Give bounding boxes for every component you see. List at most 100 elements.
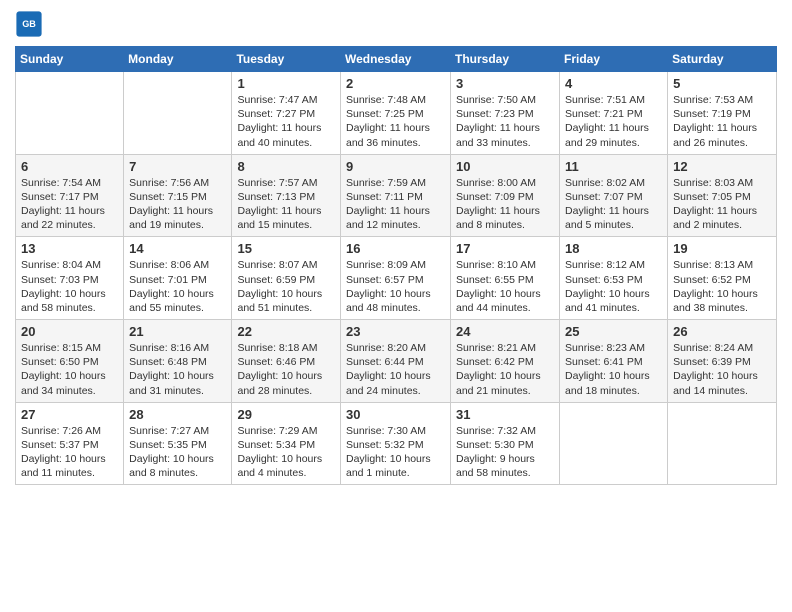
cell-text: Sunrise: 8:00 AM: [456, 176, 554, 190]
cell-text: Sunrise: 8:15 AM: [21, 341, 118, 355]
day-number: 12: [673, 159, 771, 174]
logo-icon: GB: [15, 10, 43, 38]
cell-text: Sunrise: 8:16 AM: [129, 341, 226, 355]
cell-text: Sunset: 7:27 PM: [237, 107, 335, 121]
calendar-cell: 5Sunrise: 7:53 AMSunset: 7:19 PMDaylight…: [668, 72, 777, 155]
week-row-5: 27Sunrise: 7:26 AMSunset: 5:37 PMDayligh…: [16, 402, 777, 485]
calendar-cell: 17Sunrise: 8:10 AMSunset: 6:55 PMDayligh…: [451, 237, 560, 320]
cell-text: Sunset: 7:17 PM: [21, 190, 118, 204]
cell-text: Daylight: 11 hours and 26 minutes.: [673, 121, 771, 149]
cell-text: Sunset: 6:57 PM: [346, 273, 445, 287]
cell-text: Sunrise: 8:03 AM: [673, 176, 771, 190]
cell-text: Sunset: 7:23 PM: [456, 107, 554, 121]
day-number: 14: [129, 241, 226, 256]
logo: GB: [15, 10, 47, 38]
calendar-cell: [560, 402, 668, 485]
calendar-cell: 25Sunrise: 8:23 AMSunset: 6:41 PMDayligh…: [560, 320, 668, 403]
day-number: 8: [237, 159, 335, 174]
cell-text: Sunrise: 7:48 AM: [346, 93, 445, 107]
calendar-cell: 9Sunrise: 7:59 AMSunset: 7:11 PMDaylight…: [341, 154, 451, 237]
cell-text: Sunset: 6:48 PM: [129, 355, 226, 369]
calendar-cell: 11Sunrise: 8:02 AMSunset: 7:07 PMDayligh…: [560, 154, 668, 237]
day-number: 19: [673, 241, 771, 256]
cell-text: Daylight: 10 hours and 51 minutes.: [237, 287, 335, 315]
day-number: 27: [21, 407, 118, 422]
cell-text: Sunrise: 8:24 AM: [673, 341, 771, 355]
weekday-header-sunday: Sunday: [16, 47, 124, 72]
calendar-cell: 3 Sunrise: 7:50 AMSunset: 7:23 PMDaylight…: [451, 72, 560, 155]
calendar-cell: 2Sunrise: 7:48 AMSunset: 7:25 PMDaylight…: [341, 72, 451, 155]
day-number: 21: [129, 324, 226, 339]
day-number: 1: [237, 76, 335, 91]
calendar-cell: 18Sunrise: 8:12 AMSunset: 6:53 PMDayligh…: [560, 237, 668, 320]
cell-text: Daylight: 10 hours and 1 minute.: [346, 452, 445, 480]
cell-text: Sunset: 7:13 PM: [237, 190, 335, 204]
cell-text: Sunset: 6:44 PM: [346, 355, 445, 369]
calendar-cell: [16, 72, 124, 155]
day-number: 15: [237, 241, 335, 256]
calendar-cell: 16Sunrise: 8:09 AMSunset: 6:57 PMDayligh…: [341, 237, 451, 320]
calendar-cell: 8Sunrise: 7:57 AMSunset: 7:13 PMDaylight…: [232, 154, 341, 237]
cell-text: Sunset: 5:35 PM: [129, 438, 226, 452]
day-number: 2: [346, 76, 445, 91]
cell-text: Daylight: 10 hours and 55 minutes.: [129, 287, 226, 315]
weekday-header-tuesday: Tuesday: [232, 47, 341, 72]
cell-text: Sunrise: 7:50 AM: [456, 93, 554, 107]
cell-text: Daylight: 11 hours and 40 minutes.: [237, 121, 335, 149]
calendar-cell: 1Sunrise: 7:47 AMSunset: 7:27 PMDaylight…: [232, 72, 341, 155]
cell-text: Sunrise: 7:57 AM: [237, 176, 335, 190]
calendar-table: SundayMondayTuesdayWednesdayThursdayFrid…: [15, 46, 777, 485]
calendar-cell: 26Sunrise: 8:24 AMSunset: 6:39 PMDayligh…: [668, 320, 777, 403]
cell-text: Daylight: 11 hours and 33 minutes.: [456, 121, 554, 149]
cell-text: Daylight: 10 hours and 28 minutes.: [237, 369, 335, 397]
calendar-cell: 15Sunrise: 8:07 AMSunset: 6:59 PMDayligh…: [232, 237, 341, 320]
calendar-cell: 30Sunrise: 7:30 AMSunset: 5:32 PMDayligh…: [341, 402, 451, 485]
cell-text: Sunrise: 7:29 AM: [237, 424, 335, 438]
calendar-cell: 23Sunrise: 8:20 AMSunset: 6:44 PMDayligh…: [341, 320, 451, 403]
day-number: 31: [456, 407, 554, 422]
calendar-cell: 24Sunrise: 8:21 AMSunset: 6:42 PMDayligh…: [451, 320, 560, 403]
day-number: 18: [565, 241, 662, 256]
calendar-container: GB SundayMondayTuesdayWednesdayThursdayF…: [0, 0, 792, 495]
cell-text: Sunset: 7:19 PM: [673, 107, 771, 121]
cell-text: Sunset: 5:34 PM: [237, 438, 335, 452]
cell-text: Daylight: 10 hours and 14 minutes.: [673, 369, 771, 397]
cell-text: Sunset: 7:25 PM: [346, 107, 445, 121]
cell-text: Sunset: 6:39 PM: [673, 355, 771, 369]
cell-text: Sunset: 7:21 PM: [565, 107, 662, 121]
cell-text: Sunrise: 7:26 AM: [21, 424, 118, 438]
calendar-cell: 13Sunrise: 8:04 AMSunset: 7:03 PMDayligh…: [16, 237, 124, 320]
calendar-cell: 28Sunrise: 7:27 AMSunset: 5:35 PMDayligh…: [124, 402, 232, 485]
day-number: 3: [456, 76, 554, 91]
cell-text: Sunrise: 8:21 AM: [456, 341, 554, 355]
cell-text: Sunset: 7:09 PM: [456, 190, 554, 204]
cell-text: Sunrise: 7:27 AM: [129, 424, 226, 438]
cell-text: Daylight: 11 hours and 22 minutes.: [21, 204, 118, 232]
cell-text: Daylight: 10 hours and 11 minutes.: [21, 452, 118, 480]
cell-text: Daylight: 10 hours and 34 minutes.: [21, 369, 118, 397]
cell-text: Daylight: 10 hours and 48 minutes.: [346, 287, 445, 315]
calendar-cell: 6Sunrise: 7:54 AMSunset: 7:17 PMDaylight…: [16, 154, 124, 237]
cell-text: Sunrise: 7:30 AM: [346, 424, 445, 438]
day-number: 10: [456, 159, 554, 174]
cell-text: Sunset: 5:32 PM: [346, 438, 445, 452]
weekday-header-saturday: Saturday: [668, 47, 777, 72]
cell-text: Sunset: 7:01 PM: [129, 273, 226, 287]
day-number: 20: [21, 324, 118, 339]
calendar-cell: 27Sunrise: 7:26 AMSunset: 5:37 PMDayligh…: [16, 402, 124, 485]
calendar-cell: 4Sunrise: 7:51 AMSunset: 7:21 PMDaylight…: [560, 72, 668, 155]
cell-text: Sunset: 6:42 PM: [456, 355, 554, 369]
cell-text: Sunrise: 7:59 AM: [346, 176, 445, 190]
cell-text: Sunset: 5:30 PM: [456, 438, 554, 452]
svg-text:GB: GB: [22, 19, 36, 29]
cell-text: Daylight: 11 hours and 2 minutes.: [673, 204, 771, 232]
cell-text: Sunset: 7:15 PM: [129, 190, 226, 204]
cell-text: Daylight: 10 hours and 38 minutes.: [673, 287, 771, 315]
cell-text: Sunrise: 8:23 AM: [565, 341, 662, 355]
cell-text: Daylight: 10 hours and 8 minutes.: [129, 452, 226, 480]
cell-text: Daylight: 10 hours and 31 minutes.: [129, 369, 226, 397]
calendar-cell: [124, 72, 232, 155]
cell-text: Sunrise: 8:06 AM: [129, 258, 226, 272]
cell-text: Sunset: 6:46 PM: [237, 355, 335, 369]
day-number: 25: [565, 324, 662, 339]
